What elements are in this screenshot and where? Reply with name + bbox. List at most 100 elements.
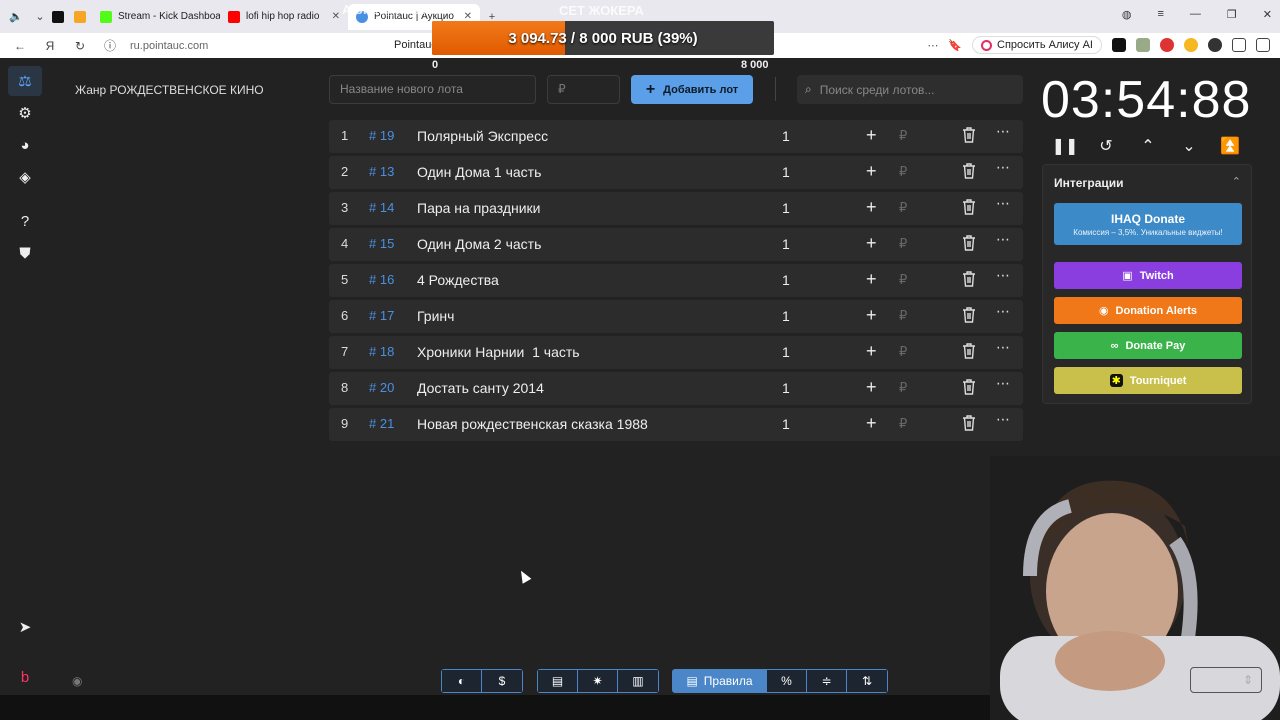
trash-icon[interactable] bbox=[962, 199, 976, 218]
trash-icon[interactable] bbox=[962, 343, 976, 362]
add-amount-button[interactable]: + bbox=[866, 341, 877, 362]
adblock-icon[interactable] bbox=[1160, 38, 1174, 52]
more-icon[interactable]: ⋯ bbox=[996, 231, 1011, 248]
new-lot-input[interactable]: Название нового лота bbox=[329, 75, 536, 104]
trash-icon[interactable] bbox=[962, 163, 976, 182]
rules-button[interactable]: ▤ Правила bbox=[673, 670, 767, 692]
dollar-icon[interactable]: $ bbox=[482, 670, 522, 692]
lot-index: 3 bbox=[341, 200, 349, 215]
more-icon[interactable]: ⋯ bbox=[996, 411, 1011, 428]
double-chevron-up-icon[interactable]: ⏫ bbox=[1218, 136, 1242, 156]
save-icon[interactable]: ▤ bbox=[538, 670, 578, 692]
add-amount-button[interactable]: + bbox=[866, 161, 877, 182]
back-icon[interactable]: ← bbox=[10, 39, 30, 53]
lot-name[interactable]: Пара на праздники bbox=[417, 200, 541, 216]
trash-icon[interactable] bbox=[962, 415, 976, 434]
layers-icon[interactable]: ◈ bbox=[8, 162, 42, 192]
bug-icon[interactable]: ✷ bbox=[578, 670, 618, 692]
more-icon[interactable]: ⋯ bbox=[927, 39, 938, 52]
add-amount-button[interactable]: + bbox=[866, 377, 877, 398]
github-icon[interactable]: ◐ bbox=[442, 670, 482, 692]
lot-name[interactable]: Один Дома 2 часть bbox=[417, 236, 541, 252]
minimize-icon[interactable]: — bbox=[1190, 8, 1201, 21]
lot-name[interactable]: 4 Рождества bbox=[417, 272, 499, 288]
trash-icon[interactable] bbox=[962, 379, 976, 398]
add-amount-button[interactable]: + bbox=[866, 197, 877, 218]
tourniquet-button[interactable]: ✱ Tourniquet bbox=[1054, 367, 1242, 394]
price-input[interactable]: ₽ bbox=[547, 75, 620, 104]
add-amount-button[interactable]: + bbox=[866, 125, 877, 146]
url-field[interactable]: ru.pointauc.com bbox=[130, 40, 208, 52]
speaker-icon[interactable]: 🔈 bbox=[8, 9, 24, 25]
restore-icon[interactable]: ❐ bbox=[1227, 8, 1237, 21]
trash-icon[interactable] bbox=[962, 235, 976, 254]
auction-icon[interactable]: ⚖ bbox=[8, 66, 42, 96]
sort-icon[interactable]: ⇅ bbox=[847, 670, 887, 692]
align-center-icon[interactable]: ≑ bbox=[807, 670, 847, 692]
ask-alisa-button[interactable]: Спросить Алису AI bbox=[972, 36, 1102, 54]
percent-icon[interactable]: % bbox=[767, 670, 807, 692]
add-amount-button[interactable]: + bbox=[866, 233, 877, 254]
extension-icon[interactable] bbox=[1184, 38, 1198, 52]
extension-icon[interactable] bbox=[1112, 38, 1126, 52]
lot-name[interactable]: Хроники Нарнии 1 часть bbox=[417, 344, 580, 360]
trash-icon[interactable] bbox=[962, 127, 976, 146]
pause-icon[interactable]: ❚❚ bbox=[1052, 136, 1079, 156]
more-icon[interactable]: ⋯ bbox=[996, 339, 1011, 356]
chevron-down-icon[interactable]: ⌄ bbox=[32, 9, 48, 25]
more-icon[interactable]: ⋯ bbox=[996, 123, 1011, 140]
lot-name[interactable]: Гринч bbox=[417, 308, 454, 324]
twitch-button[interactable]: ▣ Twitch bbox=[1054, 262, 1242, 289]
add-amount-button[interactable]: + bbox=[866, 413, 877, 434]
tab-1[interactable] bbox=[48, 4, 70, 30]
profile-icon[interactable]: ◍ bbox=[1122, 8, 1132, 21]
wheel-icon[interactable]: ◕ bbox=[8, 130, 42, 160]
lot-name[interactable]: Новая рождественская сказка 1988 bbox=[417, 416, 648, 432]
tab-lofi[interactable]: lofi hip hop radio – be ✕ bbox=[220, 4, 348, 30]
alisa-label: Спросить Алису AI bbox=[997, 39, 1093, 51]
lot-name[interactable]: Полярный Экспресс bbox=[417, 128, 548, 144]
telegram-icon[interactable]: ➤ bbox=[8, 612, 42, 642]
more-icon[interactable]: ⋯ bbox=[996, 159, 1011, 176]
reset-icon[interactable]: ↺ bbox=[1094, 136, 1118, 156]
site-info-icon[interactable]: ⓘ bbox=[100, 37, 120, 54]
close-window-icon[interactable]: ✕ bbox=[1263, 8, 1272, 21]
clear-list-icon[interactable]: ▥ bbox=[618, 670, 658, 692]
extension-icon[interactable] bbox=[1208, 38, 1222, 52]
more-icon[interactable]: ⋯ bbox=[996, 375, 1011, 392]
trash-icon[interactable] bbox=[962, 307, 976, 326]
more-icon[interactable]: ⋯ bbox=[996, 303, 1011, 320]
help-icon[interactable]: ? bbox=[8, 206, 42, 236]
reload-icon[interactable]: ↻ bbox=[70, 39, 90, 53]
extension-icon[interactable] bbox=[1232, 38, 1246, 52]
shield-icon[interactable]: ⛊ bbox=[8, 238, 42, 268]
trash-icon[interactable] bbox=[962, 271, 976, 290]
donation-alerts-button[interactable]: ◉ Donation Alerts bbox=[1054, 297, 1242, 324]
gear-icon[interactable]: ⚙ bbox=[8, 98, 42, 128]
select-dropdown[interactable]: ⇕ bbox=[1190, 667, 1262, 693]
extension-icon[interactable] bbox=[1136, 38, 1150, 52]
search-input[interactable]: ⌕ Поиск среди лотов... bbox=[797, 75, 1023, 104]
lot-name[interactable]: Один Дома 1 часть bbox=[417, 164, 541, 180]
yandex-icon[interactable]: Я bbox=[40, 39, 60, 53]
close-icon[interactable]: ✕ bbox=[332, 11, 340, 22]
bookmark-icon[interactable]: 🔖 bbox=[948, 39, 962, 52]
add-amount-button[interactable]: + bbox=[866, 305, 877, 326]
more-icon[interactable]: ⋯ bbox=[996, 195, 1011, 212]
menu-icon[interactable]: ≡ bbox=[1157, 8, 1163, 21]
tab-kick[interactable]: Stream - Kick Dashboard bbox=[92, 4, 220, 30]
download-icon[interactable] bbox=[1256, 38, 1270, 52]
boosty-icon[interactable]: b bbox=[8, 662, 42, 692]
lot-name[interactable]: Достать санту 2014 bbox=[417, 380, 544, 396]
ihaq-donate-button[interactable]: IHAQ Donate Комиссия – 3,5%. Уникальные … bbox=[1054, 203, 1242, 245]
tab-2[interactable] bbox=[70, 4, 92, 30]
chevron-down-icon[interactable]: ⌄ bbox=[1177, 136, 1201, 156]
goal-progress-bar: 3 094.73 / 8 000 RUB (39%) bbox=[432, 21, 774, 55]
chevron-up-icon[interactable]: ⌃ bbox=[1232, 175, 1241, 188]
more-icon[interactable]: ⋯ bbox=[996, 267, 1011, 284]
eye-icon[interactable]: ◉ bbox=[72, 674, 82, 688]
add-amount-button[interactable]: + bbox=[866, 269, 877, 290]
donate-pay-button[interactable]: ∞ Donate Pay bbox=[1054, 332, 1242, 359]
add-lot-button[interactable]: + Добавить лот bbox=[631, 75, 753, 104]
chevron-up-icon[interactable]: ⌃ bbox=[1136, 136, 1160, 156]
